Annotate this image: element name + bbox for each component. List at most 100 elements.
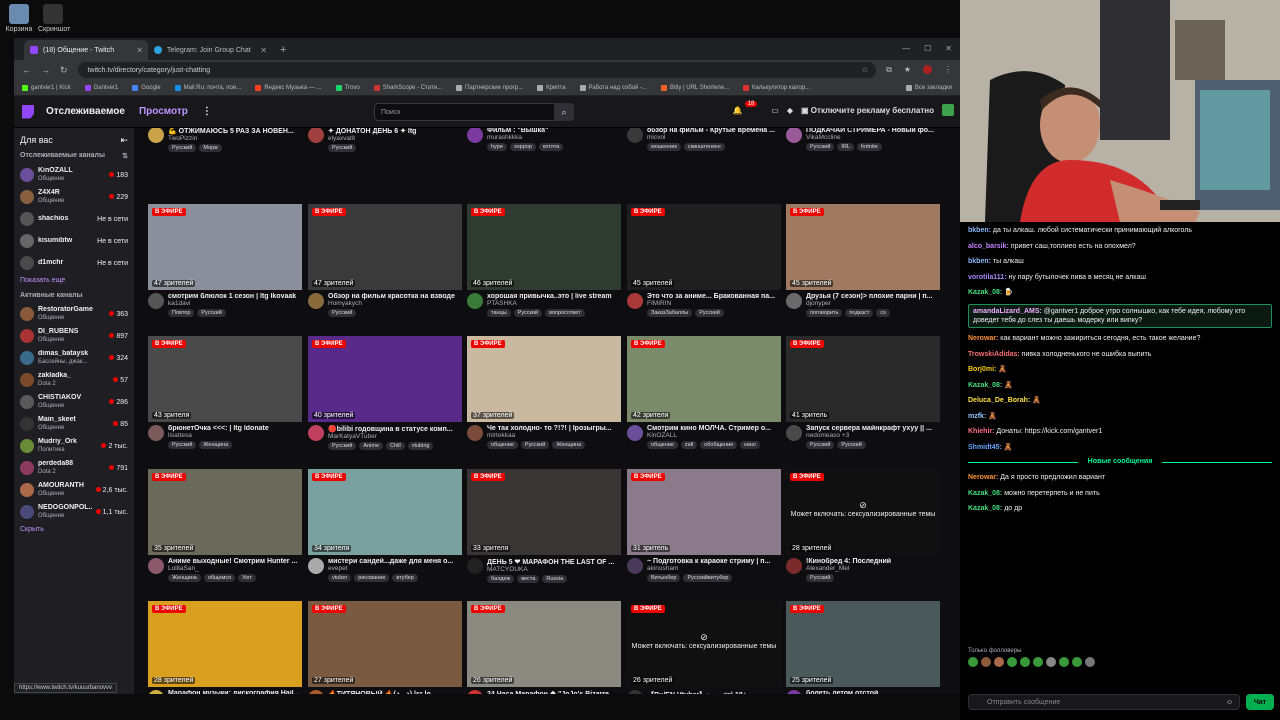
bookmark-star-icon[interactable]: ☆ bbox=[862, 66, 868, 74]
stream-title[interactable]: ~ Подготовка к караоке стриму | п... bbox=[647, 558, 781, 565]
notifications-icon[interactable]: 🔔 bbox=[733, 106, 743, 115]
stream-thumbnail[interactable]: В ЭФИРЕ 37 зрителей bbox=[467, 336, 621, 422]
tag[interactable]: Русский bbox=[695, 309, 724, 317]
chat-username[interactable]: bkben: bbox=[968, 227, 991, 234]
tag[interactable]: Морж bbox=[199, 144, 222, 152]
bookmark[interactable]: gantver1 | Kick bbox=[22, 84, 71, 91]
search-input[interactable]: Поиск bbox=[374, 103, 574, 121]
stream-title[interactable]: !Кинобред 4: Последний bbox=[806, 558, 940, 565]
user-avatar[interactable] bbox=[942, 104, 954, 116]
stream-channel[interactable]: akinosham bbox=[647, 565, 781, 572]
tag[interactable]: Русский bbox=[806, 143, 835, 151]
profile-avatar[interactable] bbox=[923, 65, 932, 74]
stream-card[interactable]: В ЭФИРЕ 45 зрителей Друзья (7 сезон)> плох… bbox=[786, 204, 940, 317]
tag[interactable]: Витьюбер bbox=[647, 574, 681, 582]
channel-avatar[interactable] bbox=[627, 128, 643, 143]
chat-username[interactable]: Khiehir: bbox=[968, 428, 994, 435]
tag[interactable]: кино bbox=[740, 441, 760, 449]
tag[interactable]: vtubing bbox=[407, 442, 434, 450]
sidebar-channel[interactable]: shachios Не в сети bbox=[20, 208, 128, 230]
stream-channel[interactable]: Homyakych bbox=[328, 300, 462, 307]
tag[interactable]: hype bbox=[487, 143, 507, 151]
stream-channel[interactable]: micvol bbox=[647, 134, 781, 141]
stream-card[interactable]: В ЭФИРЕ 45 зрителей Это что за аниме... Бр… bbox=[627, 204, 781, 317]
channel-avatar[interactable] bbox=[308, 690, 324, 694]
stream-channel[interactable]: MarKatyaVTuber bbox=[328, 433, 462, 440]
sidebar-channel[interactable]: d1mchr Не в сети bbox=[20, 252, 128, 274]
stream-card[interactable]: обзор на фильм - Крутые времена ... micvo… bbox=[627, 128, 781, 151]
stream-thumbnail[interactable]: В ЭФИРЕ 42 зрителя bbox=[627, 336, 781, 422]
channel-avatar[interactable] bbox=[627, 425, 643, 441]
emote-icon[interactable] bbox=[1046, 657, 1056, 667]
bookmark-folder[interactable]: Крипта bbox=[537, 84, 566, 91]
stream-card[interactable]: В ЭФИРЕ 25 зрителей болеть летом отстойcof… bbox=[786, 601, 940, 694]
stream-title[interactable]: болеть летом отстой bbox=[806, 690, 940, 694]
sidebar-channel[interactable]: CHISTIAKOV Общение 286 bbox=[20, 391, 128, 413]
stream-title[interactable]: 🔴bilibi годовщина в статусе комп... bbox=[328, 425, 462, 433]
stream-title[interactable]: Аниме выходные! Смотрим Hunter ... bbox=[168, 558, 302, 565]
tag[interactable]: общение bbox=[487, 441, 518, 449]
stream-thumbnail[interactable]: В ЭФИРЕ 47 зрителей bbox=[148, 204, 302, 290]
channel-avatar[interactable] bbox=[786, 128, 802, 143]
tag[interactable]: Русский bbox=[197, 309, 226, 317]
bookmark[interactable]: Google bbox=[132, 84, 161, 91]
emote-icon[interactable] bbox=[968, 657, 978, 667]
chat-send-button[interactable]: Чат bbox=[1246, 694, 1274, 710]
stream-card[interactable]: В ЭФИРЕ 34 зрителя мистери сандей...даже д… bbox=[308, 469, 462, 582]
twitch-logo-icon[interactable] bbox=[22, 104, 34, 119]
stream-title[interactable]: 🔥ТИТЯНОВЫЙ 🔥(◕‿◕) lsr lo... bbox=[328, 690, 462, 694]
channel-avatar[interactable] bbox=[786, 690, 802, 694]
stream-card[interactable]: ✦ ДОНАТОН ДЕНЬ 6 ✦ ltg elyaxvatit Русский bbox=[308, 128, 462, 152]
stream-card[interactable]: В ЭФИРЕ ⊘ Может включать: сексуализированн… bbox=[786, 469, 940, 582]
stream-channel[interactable]: nedomeaso +3 bbox=[806, 432, 940, 439]
tag[interactable]: Русский bbox=[168, 144, 197, 152]
stream-thumbnail[interactable]: В ЭФИРЕ ⊘ Может включать: сексуализированн… bbox=[627, 601, 781, 687]
stream-channel[interactable]: elyaxvatit bbox=[328, 135, 462, 142]
stream-title[interactable]: Обзор на фильм красотка на взводе bbox=[328, 293, 462, 300]
chat-username[interactable]: Nerowar: bbox=[968, 474, 998, 481]
sidebar-channel[interactable]: kisumibtw Не в сети bbox=[20, 230, 128, 252]
stream-card[interactable]: В ЭФИРЕ 47 зрителей Обзор на фильм красотк… bbox=[308, 204, 462, 317]
tag[interactable]: Русский bbox=[168, 441, 197, 449]
channel-avatar[interactable] bbox=[627, 293, 643, 309]
stream-thumbnail[interactable]: В ЭФИРЕ 27 зрителей bbox=[308, 601, 462, 687]
tag[interactable]: танцы bbox=[487, 309, 511, 317]
search-icon[interactable]: ⌕ bbox=[554, 103, 574, 121]
stream-title[interactable]: Че так холодно- то ?!?! | Ірозыгры... bbox=[487, 425, 621, 432]
sidebar-channel[interactable]: NEDOGONPOL... Общение 1,1 тыс. bbox=[20, 501, 128, 523]
stream-card[interactable]: В ЭФИРЕ 42 зрителя Смотрим кино МОЛЧА. Стр… bbox=[627, 336, 781, 449]
stream-card[interactable]: В ЭФИРЕ 43 зрителя брюнетОчка <<<: | ltg l… bbox=[148, 336, 302, 449]
tag[interactable]: Русскийвитубер bbox=[683, 574, 733, 582]
tab-telegram[interactable]: Telegram: Join Group Chat ✕ bbox=[148, 40, 272, 60]
more-icon[interactable]: ⋮ bbox=[202, 106, 212, 117]
tag[interactable]: вопросответ bbox=[545, 309, 585, 317]
tag[interactable]: обобщение bbox=[700, 441, 738, 449]
stream-title[interactable]: ДЕНЬ 5 ❤ МАРАФОН THE LAST OF ... bbox=[487, 558, 621, 566]
stream-thumbnail[interactable]: В ЭФИРЕ 47 зрителей bbox=[308, 204, 462, 290]
stream-channel[interactable]: mirtekkaa bbox=[487, 432, 621, 439]
stream-card[interactable]: В ЭФИРЕ 37 зрителей Че так холодно- то ?!?… bbox=[467, 336, 621, 449]
stream-thumbnail[interactable]: В ЭФИРЕ 45 зрителей bbox=[786, 204, 940, 290]
stream-card[interactable]: В ЭФИРЕ 46 зрителей хорошая привычка..это … bbox=[467, 204, 621, 317]
bookmark[interactable]: Mail.Ru: почта, пои... bbox=[174, 84, 241, 91]
emote-icon[interactable] bbox=[1059, 657, 1069, 667]
chat-username[interactable]: Deluca_De_Borah: bbox=[968, 397, 1030, 404]
stream-thumbnail[interactable]: В ЭФИРЕ 41 зритель bbox=[786, 336, 940, 422]
stream-card[interactable]: ПОДКАЧАЙ СТРИМЕРА - Новый фо... VikaMccli… bbox=[786, 128, 940, 151]
channel-avatar[interactable] bbox=[308, 128, 324, 143]
crown-icon[interactable]: ◆ bbox=[787, 106, 793, 115]
tag[interactable]: Русский bbox=[520, 441, 550, 449]
stream-channel[interactable]: evepet bbox=[328, 565, 462, 572]
stream-title[interactable]: 💪 ОТЖИМАЮСЬ 5 РАЗ ЗА НОВЕН... bbox=[168, 128, 302, 135]
stream-title[interactable]: хорошая привычка..это | live stream bbox=[487, 293, 621, 300]
tag[interactable]: Русский bbox=[806, 441, 835, 449]
chat-username[interactable]: amandaLizard_AMS: bbox=[973, 308, 1042, 315]
bookmark[interactable]: Яндекс Музыка — ... bbox=[255, 84, 322, 91]
tag[interactable]: ЗаказЗабаллы bbox=[647, 309, 693, 317]
menu-icon[interactable]: ⋮ bbox=[944, 65, 952, 75]
bookmark[interactable]: Калькулятор калор... bbox=[743, 84, 810, 91]
tag[interactable]: рисование bbox=[354, 574, 390, 582]
stream-card[interactable]: В ЭФИРЕ 35 зрителей Аниме выходные! Смотри… bbox=[148, 469, 302, 582]
emote-picker-icon[interactable]: ☺ bbox=[1226, 699, 1233, 706]
stream-channel[interactable]: lisattesa bbox=[168, 432, 302, 439]
